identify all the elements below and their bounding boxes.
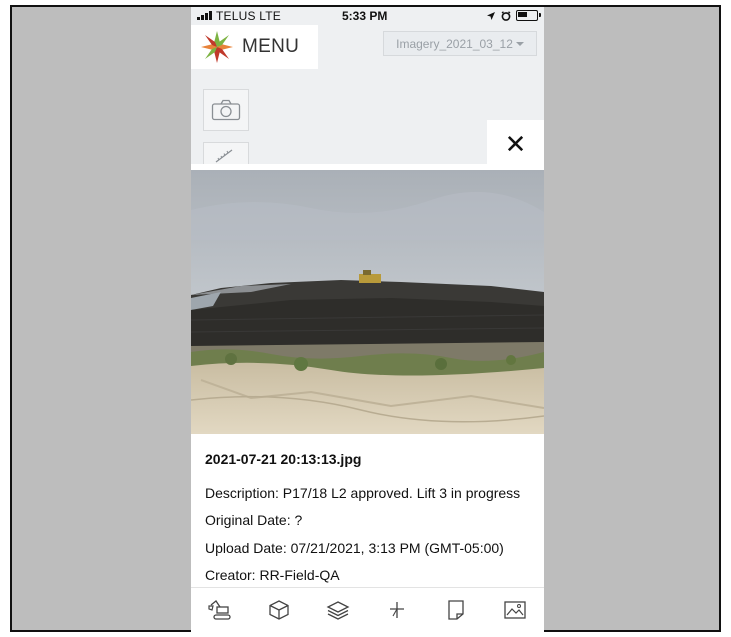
layers-icon: [326, 601, 350, 620]
battery-icon: [516, 10, 541, 21]
construction-site-photo: [191, 170, 544, 434]
status-bar: TELUS LTE 5:33 PM: [191, 7, 544, 25]
image-icon: [503, 601, 526, 619]
location-arrow-icon: [487, 11, 495, 20]
signal-icon: [197, 11, 212, 20]
ruler-icon: [215, 149, 233, 163]
close-icon: ✕: [504, 128, 527, 159]
photo-description: Description: P17/18 L2 approved. Lift 3 …: [205, 485, 521, 501]
tab-layers[interactable]: [320, 595, 356, 625]
imagery-select[interactable]: Imagery_2021_03_12: [383, 31, 537, 56]
crosshair-icon: [389, 602, 404, 618]
alarm-icon: [501, 10, 511, 21]
tab-notes[interactable]: [438, 595, 474, 625]
menu-label: MENU: [242, 36, 300, 57]
menu-button[interactable]: MENU: [191, 25, 318, 69]
status-time: 5:33 PM: [342, 9, 388, 23]
note-icon: [448, 600, 464, 620]
excavator-icon: [208, 600, 232, 620]
photo-creator: Creator: RR-Field-QA: [205, 567, 340, 583]
photo-upload-date: Upload Date: 07/21/2021, 3:13 PM (GMT-05…: [205, 540, 504, 556]
caret-down-icon: [515, 41, 524, 46]
camera-icon: [211, 99, 241, 121]
camera-tool-button[interactable]: [203, 89, 249, 131]
photo-original-date: Original Date: ?: [205, 512, 303, 528]
phone-screen: TELUS LTE 5:33 PM MENU Imagery_2021_03_1…: [191, 7, 544, 632]
close-button[interactable]: ✕: [487, 120, 544, 168]
tab-measure[interactable]: [379, 595, 415, 625]
carrier-label: TELUS LTE: [216, 9, 281, 23]
tab-photos[interactable]: [497, 595, 533, 625]
tab-3d[interactable]: [261, 595, 297, 625]
photo-filename: 2021-07-21 20:13:13.jpg: [205, 451, 362, 467]
app-logo-icon: [201, 31, 233, 63]
bottom-tab-bar: [191, 587, 544, 632]
tab-excavator[interactable]: [202, 595, 238, 625]
photo-info-panel: 2021-07-21 20:13:13.jpg Description: P17…: [191, 434, 544, 587]
imagery-select-value: Imagery_2021_03_12: [396, 36, 513, 51]
cube-icon: [269, 600, 289, 620]
